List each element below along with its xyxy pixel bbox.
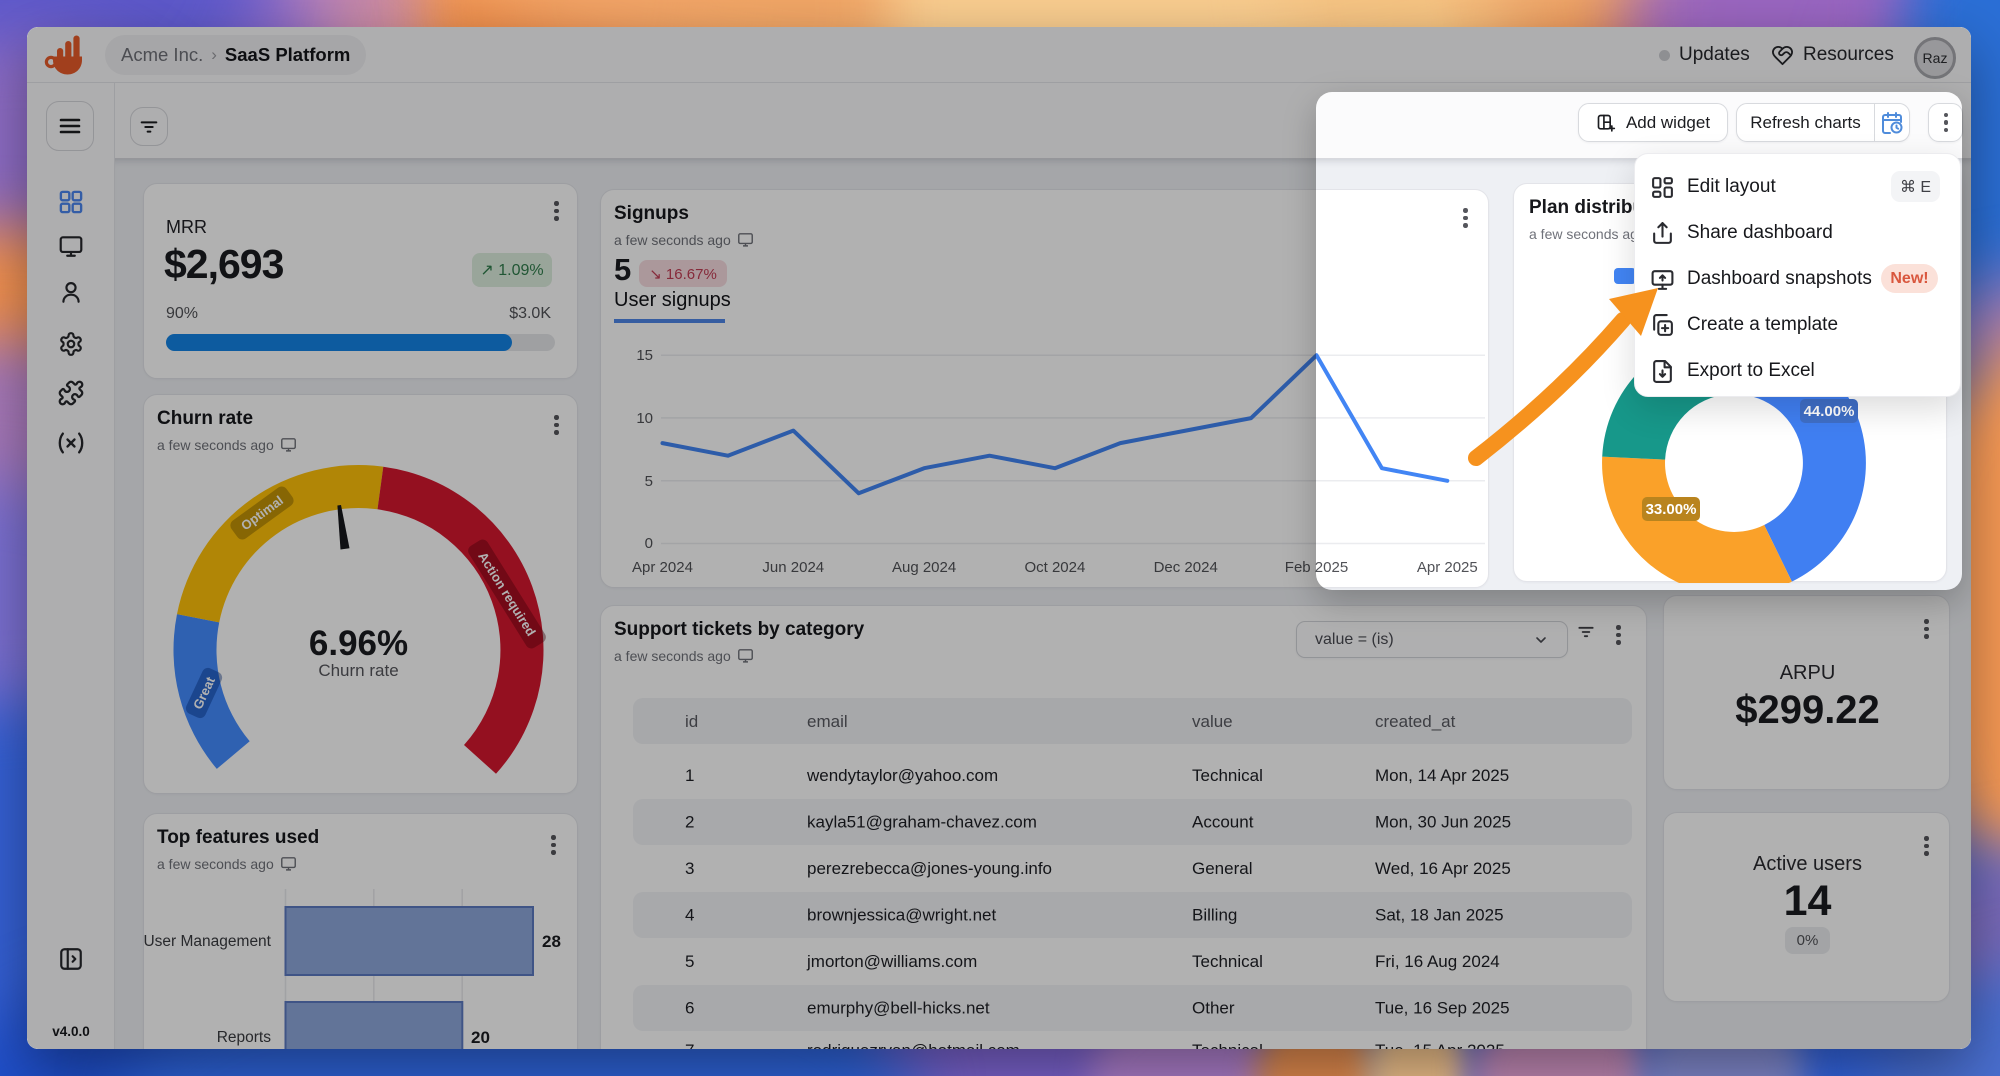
svg-text:jmorton@williams.com: jmorton@williams.com: [806, 952, 977, 971]
svg-text:Technical: Technical: [1192, 952, 1263, 971]
svg-text:Billing: Billing: [1192, 906, 1237, 925]
svg-text:emurphy@bell-hicks.net: emurphy@bell-hicks.net: [807, 999, 990, 1018]
svg-text:wendytaylor@yahoo.com: wendytaylor@yahoo.com: [806, 766, 998, 785]
svg-text:brownjessica@wright.net: brownjessica@wright.net: [807, 906, 997, 925]
svg-text:Apr 2024: Apr 2024: [632, 559, 693, 576]
svg-text:Aug 2024: Aug 2024: [892, 559, 956, 576]
svg-text:Tue, 15 Apr 2025: Tue, 15 Apr 2025: [1375, 1041, 1505, 1049]
svg-text:10: 10: [636, 410, 653, 427]
svg-text:Mon, 30 Jun 2025: Mon, 30 Jun 2025: [1375, 813, 1511, 832]
svg-text:Mon, 14 Apr 2025: Mon, 14 Apr 2025: [1375, 766, 1509, 785]
svg-text:4: 4: [685, 906, 694, 925]
svg-text:Apr 2025: Apr 2025: [1417, 559, 1478, 576]
svg-text:6: 6: [685, 999, 694, 1018]
svg-text:Reports: Reports: [217, 1029, 272, 1046]
svg-text:1: 1: [685, 766, 694, 785]
svg-text:0: 0: [645, 535, 653, 552]
svg-text:Fri, 16 Aug 2024: Fri, 16 Aug 2024: [1375, 952, 1500, 971]
svg-text:Oct 2024: Oct 2024: [1024, 559, 1085, 576]
svg-text:Other: Other: [1192, 999, 1235, 1018]
svg-text:created_at: created_at: [1375, 712, 1456, 731]
svg-text:Technical: Technical: [1192, 1041, 1263, 1049]
svg-text:Account: Account: [1192, 813, 1254, 832]
svg-text:General: General: [1192, 859, 1252, 878]
svg-text:perezrebecca@jones-young.info: perezrebecca@jones-young.info: [807, 859, 1052, 878]
svg-text:email: email: [807, 712, 848, 731]
svg-text:15: 15: [636, 347, 653, 364]
svg-text:Sat, 18 Jan 2025: Sat, 18 Jan 2025: [1375, 906, 1504, 925]
svg-text:User Management: User Management: [144, 933, 272, 950]
svg-text:Dec 2024: Dec 2024: [1154, 559, 1218, 576]
svg-text:7: 7: [685, 1041, 694, 1049]
svg-text:Wed, 16 Apr 2025: Wed, 16 Apr 2025: [1375, 859, 1511, 878]
svg-text:5: 5: [685, 952, 694, 971]
svg-text:kayla51@graham-chavez.com: kayla51@graham-chavez.com: [807, 813, 1037, 832]
svg-text:value: value: [1192, 712, 1233, 731]
svg-text:20: 20: [471, 1028, 490, 1047]
svg-text:Tue, 16 Sep 2025: Tue, 16 Sep 2025: [1375, 999, 1510, 1018]
svg-text:28: 28: [542, 932, 561, 951]
svg-text:44.00%: 44.00%: [1804, 403, 1855, 420]
svg-text:id: id: [685, 712, 698, 731]
svg-text:33.00%: 33.00%: [1646, 501, 1697, 518]
svg-text:5: 5: [645, 473, 653, 490]
svg-text:Feb 2025: Feb 2025: [1285, 559, 1348, 576]
svg-text:Jun 2024: Jun 2024: [762, 559, 824, 576]
svg-text:Technical: Technical: [1192, 766, 1263, 785]
svg-text:rodriguezryan@hotmail.com: rodriguezryan@hotmail.com: [807, 1041, 1020, 1049]
svg-text:2: 2: [685, 813, 694, 832]
svg-text:3: 3: [685, 859, 694, 878]
